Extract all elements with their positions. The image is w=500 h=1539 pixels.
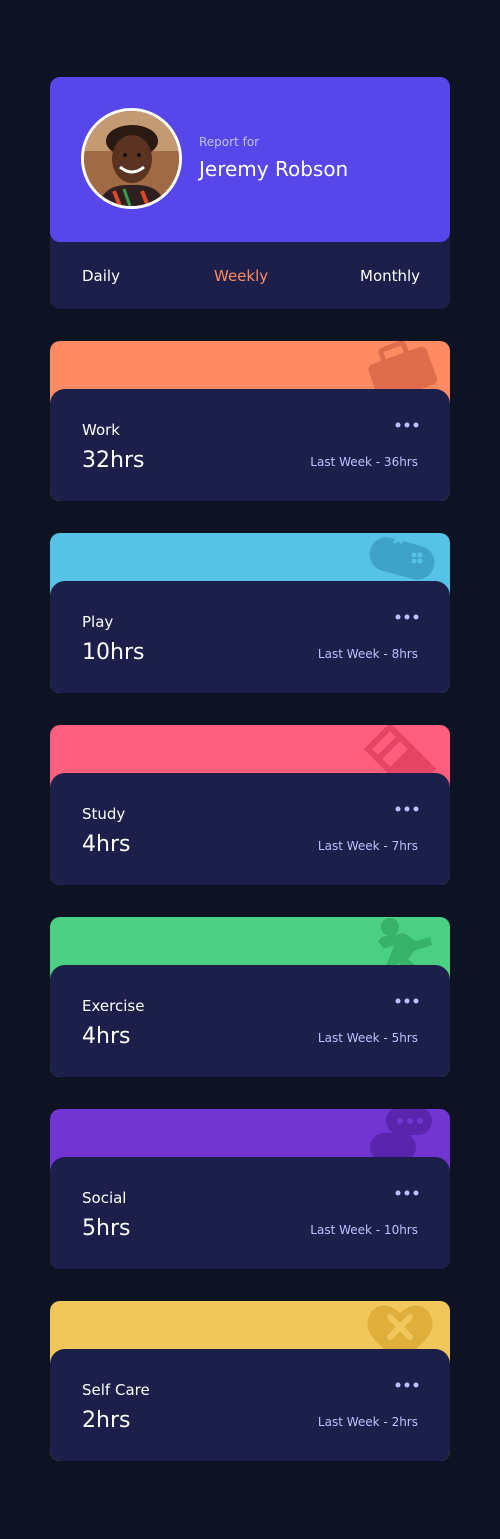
activity-card-study: Study 4hrs Last Week - 7hrs [50, 725, 450, 885]
activity-previous: Last Week - 2hrs [317, 1415, 418, 1429]
activity-card-body: Play 10hrs Last Week - 8hrs [50, 581, 450, 693]
ellipsis-menu-icon[interactable] [395, 801, 419, 817]
ellipsis-menu-icon[interactable] [395, 993, 419, 1009]
activity-card-body: Exercise 4hrs Last Week - 5hrs [50, 965, 450, 1077]
activity-card-body: Social 5hrs Last Week - 10hrs [50, 1157, 450, 1269]
activity-card-body: Self Care 2hrs Last Week - 2hrs [50, 1349, 450, 1461]
activity-previous: Last Week - 8hrs [317, 647, 418, 661]
profile-card: Report for Jeremy Robson Daily Weekly Mo… [50, 77, 450, 309]
activity-card-social: Social 5hrs Last Week - 10hrs [50, 1109, 450, 1269]
activity-hours: 32hrs [82, 448, 145, 473]
avatar-portrait-icon [84, 111, 179, 206]
activity-previous: Last Week - 10hrs [310, 1223, 418, 1237]
activity-card-play: Play 10hrs Last Week - 8hrs [50, 533, 450, 693]
activity-title: Social [82, 1189, 127, 1207]
activity-title: Exercise [82, 997, 145, 1015]
report-for-label: Report for [199, 135, 260, 149]
activity-hours: 2hrs [82, 1408, 131, 1433]
activity-previous: Last Week - 36hrs [310, 455, 418, 469]
ellipsis-menu-icon[interactable] [395, 417, 419, 433]
activity-card-body: Work 32hrs Last Week - 36hrs [50, 389, 450, 501]
activity-card-body: Study 4hrs Last Week - 7hrs [50, 773, 450, 885]
ellipsis-menu-icon[interactable] [395, 609, 419, 625]
activity-hours: 10hrs [82, 640, 145, 665]
activity-card-self-care: Self Care 2hrs Last Week - 2hrs [50, 1301, 450, 1461]
tab-weekly[interactable]: Weekly [214, 267, 268, 285]
avatar [81, 108, 182, 209]
ellipsis-menu-icon[interactable] [395, 1185, 419, 1201]
activity-hours: 5hrs [82, 1216, 131, 1241]
activity-title: Work [82, 421, 120, 439]
activity-title: Study [82, 805, 126, 823]
user-name: Jeremy Robson [199, 157, 349, 181]
tab-daily[interactable]: Daily [82, 267, 120, 285]
activity-hours: 4hrs [82, 832, 131, 857]
activity-previous: Last Week - 7hrs [317, 839, 418, 853]
activity-hours: 4hrs [82, 1024, 131, 1049]
activity-card-work: Work 32hrs Last Week - 36hrs [50, 341, 450, 501]
ellipsis-menu-icon[interactable] [395, 1377, 419, 1393]
activity-title: Self Care [82, 1381, 150, 1399]
tab-monthly[interactable]: Monthly [360, 267, 420, 285]
profile-header: Report for Jeremy Robson [50, 77, 450, 242]
activity-title: Play [82, 613, 114, 631]
activity-previous: Last Week - 5hrs [317, 1031, 418, 1045]
activity-card-exercise: Exercise 4hrs Last Week - 5hrs [50, 917, 450, 1077]
